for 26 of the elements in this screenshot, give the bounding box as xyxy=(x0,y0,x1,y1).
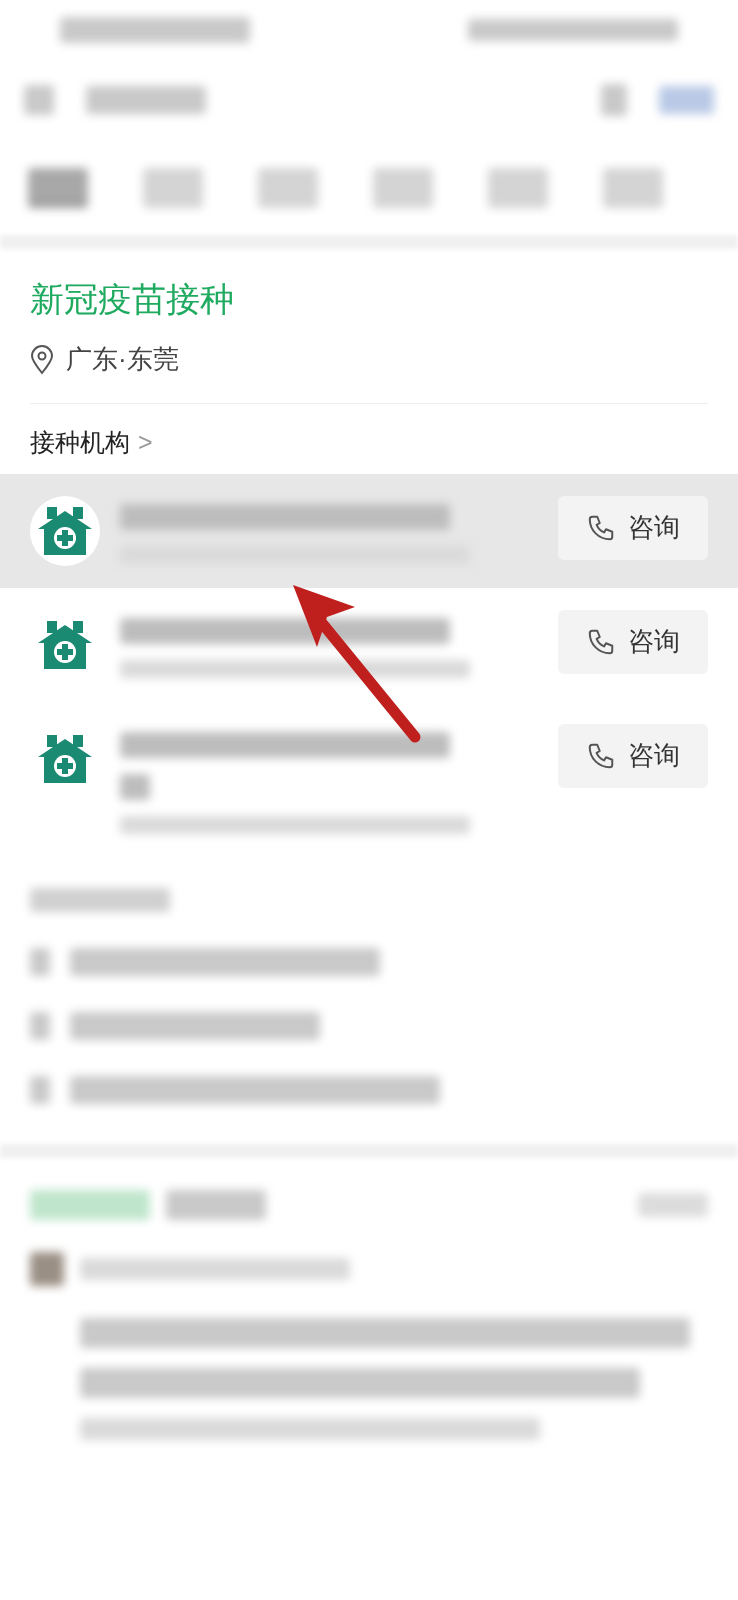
location-text: 广东·东莞 xyxy=(66,343,179,376)
tab[interactable] xyxy=(258,167,318,208)
blurred-text xyxy=(659,86,714,114)
blurred-text xyxy=(30,1011,50,1040)
institution-row[interactable]: 咨询 xyxy=(0,473,738,588)
section-link[interactable]: 接种机构 > xyxy=(30,424,153,462)
blurred-text xyxy=(120,773,150,800)
blurred-text xyxy=(30,1075,50,1104)
consult-button[interactable]: 咨询 xyxy=(558,495,708,560)
hospital-icon xyxy=(36,732,94,785)
blurred-text xyxy=(30,947,50,976)
blurred-text xyxy=(30,1251,64,1286)
hospital-icon xyxy=(36,504,94,557)
consult-button[interactable]: 咨询 xyxy=(558,723,708,788)
hospital-icon xyxy=(36,618,94,671)
tab[interactable] xyxy=(488,167,548,208)
blurred-text xyxy=(601,84,627,116)
page-title: 新冠疫苗接种 xyxy=(30,279,235,320)
tab[interactable] xyxy=(603,167,663,208)
tab[interactable] xyxy=(373,167,433,208)
location-pin-icon xyxy=(30,344,54,375)
tab[interactable] xyxy=(143,167,203,208)
blurred-text xyxy=(24,85,54,115)
tab[interactable] xyxy=(28,167,88,208)
blurred-text xyxy=(638,1192,708,1217)
consult-button[interactable]: 咨询 xyxy=(558,609,708,674)
